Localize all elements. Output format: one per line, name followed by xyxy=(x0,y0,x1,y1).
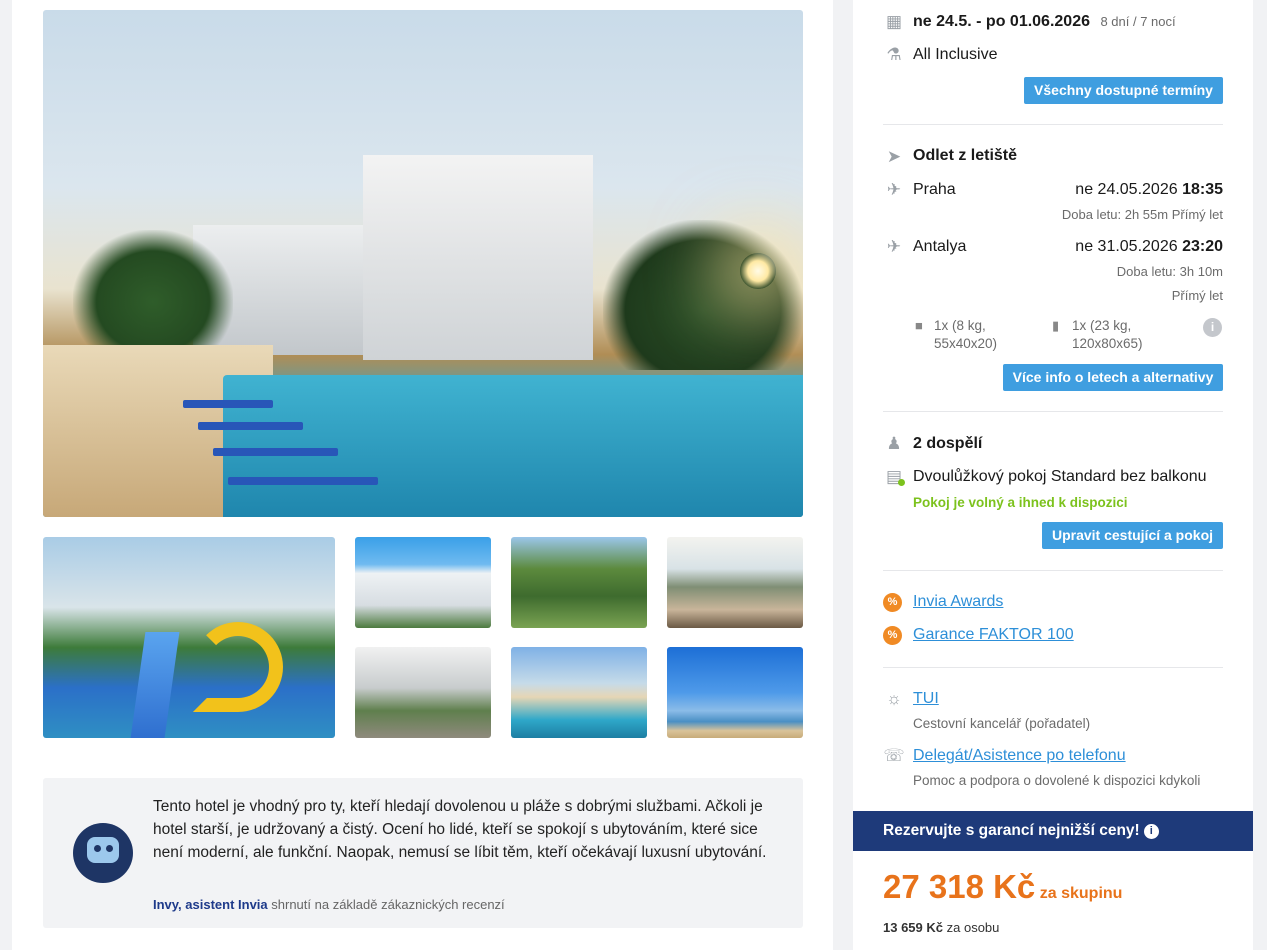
inbound-detail-duration: Doba letu: 3h 10m xyxy=(1116,264,1223,279)
operator-desc: Cestovní kancelář (pořadatel) xyxy=(913,716,1091,731)
travellers: 2 dospělí xyxy=(913,435,983,452)
hold-bag-line2: 120x80x65) xyxy=(1072,336,1143,351)
room-status: Pokoj je volný a ihned k dispozici xyxy=(913,495,1128,510)
arrival-plane-icon: ✈ xyxy=(886,237,902,256)
support-icon: ☏ xyxy=(883,746,905,765)
room-type: Dvoulůžkový pokoj Standard bez balkonu xyxy=(913,468,1207,485)
plane-icon: ➤ xyxy=(886,147,902,166)
photo-building-main xyxy=(363,155,593,360)
thumbnail-pool-sunset[interactable] xyxy=(511,647,647,738)
photo-sun xyxy=(740,253,776,289)
cabin-bag-icon: ■ xyxy=(915,318,923,333)
percent-icon: % xyxy=(883,593,902,612)
inbound-detail-direct: Přímý let xyxy=(1171,288,1223,303)
inbound-city: Antalya xyxy=(913,238,967,255)
booking-panel: ▦ ne 24.5. - po 01.06.2026 8 dní / 7 noc… xyxy=(853,0,1253,950)
robot-avatar-icon xyxy=(73,823,133,883)
departure-plane-icon: ✈ xyxy=(886,180,902,199)
all-dates-button[interactable]: Všechny dostupné termíny xyxy=(1024,77,1223,104)
banner-text: Rezervujte s garancí nejnižší ceny! xyxy=(883,822,1140,839)
hold-bag-icon: ▮ xyxy=(1052,318,1060,333)
thumbnail-hotel-building[interactable] xyxy=(355,537,491,628)
ai-summary-text: Tento hotel je vhodný pro ty, kteří hled… xyxy=(153,798,767,861)
people-icon: ♟ xyxy=(886,434,902,453)
divider xyxy=(883,570,1223,571)
photo-slide-blue xyxy=(130,632,180,738)
thumbnail-playground[interactable] xyxy=(511,537,647,628)
dates-row: ne 24.5. - po 01.06.2026 8 dní / 7 nocí xyxy=(913,13,1176,31)
assistant-suffix: shrnutí na základě zákaznických recenzí xyxy=(271,897,505,912)
info-icon[interactable]: i xyxy=(1143,824,1159,839)
ai-signature: Invy, asistent Invia shrnutí na základě … xyxy=(153,897,505,912)
thumbnail-hotel-entrance[interactable] xyxy=(355,647,491,738)
trip-dates: ne 24.5. - po 01.06.2026 xyxy=(913,13,1090,30)
guarantee-banner: Rezervujte s garancí nejnižší ceny! i xyxy=(853,811,1253,851)
outbound-date: ne 24.05.2026 xyxy=(1075,181,1178,198)
cabin-bag-line1: 1x (8 kg, xyxy=(934,318,986,333)
available-dot xyxy=(898,479,905,486)
photo-lounger xyxy=(213,448,338,456)
outbound-datetime: ne 24.05.2026 18:35 xyxy=(1075,181,1223,199)
per-person-suffix: za osobu xyxy=(946,920,1000,935)
operator-link[interactable]: TUI xyxy=(913,690,939,708)
photo-lounger xyxy=(228,477,378,485)
inbound-datetime: ne 31.05.2026 23:20 xyxy=(1075,238,1223,256)
divider xyxy=(883,667,1223,668)
photo-palms-left xyxy=(73,230,233,350)
ai-summary-box: Tento hotel je vhodný pro ty, kteří hled… xyxy=(43,778,803,928)
flight-header: Odlet z letiště xyxy=(913,147,1018,164)
outbound-detail: Doba letu: 2h 55m Přímý let xyxy=(1061,207,1223,222)
board-type: All Inclusive xyxy=(913,46,998,63)
flight-info-button[interactable]: Více info o letech a alternativy xyxy=(1003,364,1223,391)
hold-bag-info: 1x (23 kg, 120x80x65) xyxy=(1072,317,1143,353)
fork-knife-icon: ⚗ xyxy=(886,45,902,64)
photo-lounger xyxy=(198,422,303,430)
photo-pool xyxy=(223,375,803,517)
edit-travellers-button[interactable]: Upravit cestující a pokoj xyxy=(1042,522,1223,549)
assistant-name: Invy, asistent Invia xyxy=(153,897,268,912)
outbound-city: Praha xyxy=(913,181,956,198)
info-icon[interactable]: i xyxy=(1203,318,1222,337)
divider xyxy=(883,124,1223,125)
outbound-time: 18:35 xyxy=(1182,181,1223,198)
calendar-icon: ▦ xyxy=(885,12,903,31)
robot-face xyxy=(87,837,119,863)
price-total: 27 318 Kč za skupinu xyxy=(883,868,1122,906)
cabin-bag-line2: 55x40x20) xyxy=(934,336,998,351)
main-hotel-photo[interactable] xyxy=(43,10,803,517)
robot-eye xyxy=(94,845,101,852)
photo-palms-right xyxy=(603,220,803,370)
percent-icon: % xyxy=(883,626,902,645)
robot-eye xyxy=(106,845,113,852)
hold-bag-line1: 1x (23 kg, xyxy=(1072,318,1132,333)
trip-duration: 8 dní / 7 nocí xyxy=(1100,14,1176,29)
thumbnail-restaurant[interactable] xyxy=(667,537,803,628)
thumbnail-waterslide[interactable] xyxy=(43,537,335,738)
inbound-time: 23:20 xyxy=(1182,238,1223,255)
globe-icon: ☼ xyxy=(886,689,902,708)
cabin-bag-info: 1x (8 kg, 55x40x20) xyxy=(934,317,997,353)
photo-slide-yellow xyxy=(193,622,283,712)
price-per-person: 13 659 Kč za osobu xyxy=(883,920,999,935)
divider xyxy=(883,411,1223,412)
delegate-link[interactable]: Delegát/Asistence po telefonu xyxy=(913,747,1126,765)
delegate-desc: Pomoc a podpora o dovolené k dispozici k… xyxy=(913,773,1201,788)
per-person-value: 13 659 Kč xyxy=(883,920,943,935)
photo-lounger xyxy=(183,400,273,408)
invia-awards-link[interactable]: Invia Awards xyxy=(913,593,1003,611)
price-suffix: za skupinu xyxy=(1039,885,1123,902)
inbound-date: ne 31.05.2026 xyxy=(1075,238,1178,255)
guarantee-link[interactable]: Garance FAKTOR 100 xyxy=(913,626,1074,644)
thumbnail-beach[interactable] xyxy=(667,647,803,738)
price-value: 27 318 Kč xyxy=(883,868,1036,905)
